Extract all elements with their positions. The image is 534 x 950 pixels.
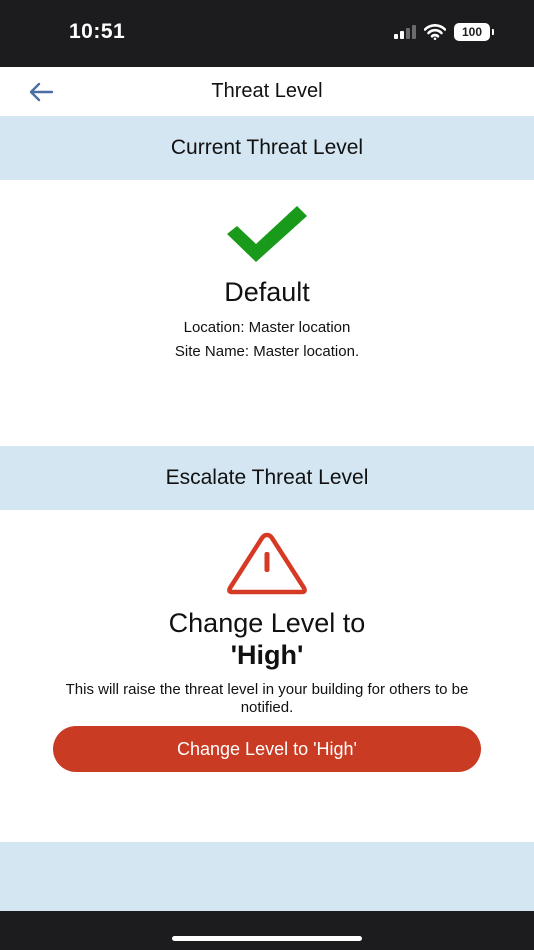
warning-triangle-icon xyxy=(227,532,307,595)
checkmark-icon xyxy=(227,206,307,262)
threat-level-screen: 10:51 100 Threat Level Current Threat Le… xyxy=(0,0,534,950)
app-header: Threat Level xyxy=(0,67,534,116)
page-title: Threat Level xyxy=(211,80,323,102)
home-indicator[interactable] xyxy=(172,936,362,941)
location-text: Location: Master location xyxy=(183,319,351,336)
battery-icon: 100 xyxy=(454,23,494,41)
site-name-text: Site Name: Master location. xyxy=(174,343,360,360)
change-level-button[interactable]: Change Level to 'High' xyxy=(53,726,481,772)
home-bar-area xyxy=(0,911,534,950)
current-threat-panel: Default Location: Master location Site N… xyxy=(0,180,534,446)
signal-icon xyxy=(394,25,416,39)
escalate-section-header: Escalate Threat Level xyxy=(0,446,534,510)
escalate-panel: Change Level to 'High' This will raise t… xyxy=(0,510,534,842)
escalate-description: This will raise the threat level in your… xyxy=(65,681,469,716)
change-level-title: Change Level to xyxy=(168,608,366,638)
current-level-name: Default xyxy=(224,277,310,307)
status-bar: 10:51 100 xyxy=(0,0,534,67)
status-icons: 100 xyxy=(394,22,494,42)
target-level-name: 'High' xyxy=(230,640,304,670)
wifi-icon xyxy=(424,24,446,40)
current-threat-section-header: Current Threat Level xyxy=(0,116,534,180)
bottom-band xyxy=(0,842,534,911)
status-time: 10:51 xyxy=(69,20,126,43)
